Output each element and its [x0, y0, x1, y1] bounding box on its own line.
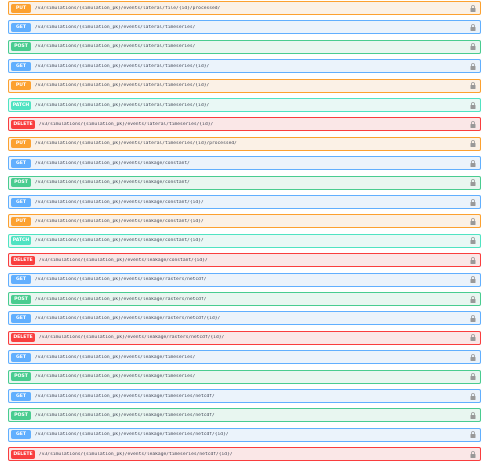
endpoint-path: /v3/simulations/{simulation_pk}/events/l…: [39, 451, 233, 457]
operation-get-row[interactable]: GET/v3/simulations/{simulation_pk}/event…: [8, 427, 481, 442]
endpoint-path: /v3/simulations/{simulation_pk}/events/l…: [35, 102, 210, 108]
operation-get-row[interactable]: GET/v3/simulations/{simulation_pk}/event…: [8, 272, 481, 287]
operation-patch-row[interactable]: PATCH/v3/simulations/{simulation_pk}/eve…: [8, 98, 481, 112]
method-badge: PATCH: [11, 236, 31, 246]
method-badge: DELETE: [11, 333, 35, 343]
method-badge: POST: [11, 372, 31, 382]
endpoint-path: /v3/simulations/{simulation_pk}/events/l…: [35, 277, 207, 283]
lock-icon[interactable]: [468, 158, 478, 168]
operation-get-row[interactable]: GET/v3/simulations/{simulation_pk}/event…: [8, 311, 481, 326]
method-badge: DELETE: [11, 255, 35, 265]
lock-icon[interactable]: [468, 294, 478, 304]
method-badge: PUT: [11, 3, 31, 13]
endpoint-path: /v3/simulations/{simulation_pk}/events/l…: [35, 238, 204, 244]
operation-delete-row[interactable]: DELETE/v3/simulations/{simulation_pk}/ev…: [8, 447, 481, 462]
operation-post-row[interactable]: POST/v3/simulations/{simulation_pk}/even…: [8, 175, 481, 190]
operation-post-row[interactable]: POST/v3/simulations/{simulation_pk}/even…: [8, 292, 481, 306]
method-badge: POST: [11, 294, 31, 304]
method-badge: PUT: [11, 216, 31, 226]
method-badge: GET: [11, 352, 31, 362]
operation-delete-row[interactable]: DELETE/v3/simulations/{simulation_pk}/ev…: [8, 253, 481, 268]
operation-put-row[interactable]: PUT/v3/simulations/{simulation_pk}/event…: [8, 136, 481, 151]
lock-icon[interactable]: [468, 449, 478, 459]
lock-icon[interactable]: [468, 3, 478, 13]
operation-delete-row[interactable]: DELETE/v3/simulations/{simulation_pk}/ev…: [8, 117, 481, 132]
method-badge: PUT: [11, 139, 31, 149]
lock-icon[interactable]: [468, 275, 478, 285]
endpoint-path: /v3/simulations/{simulation_pk}/events/l…: [35, 393, 215, 399]
method-badge: POST: [11, 42, 31, 52]
lock-icon[interactable]: [468, 255, 478, 265]
lock-icon[interactable]: [468, 42, 478, 52]
lock-icon[interactable]: [468, 22, 478, 32]
endpoint-path: /v3/simulations/{simulation_pk}/events/l…: [35, 412, 215, 418]
lock-icon[interactable]: [468, 100, 478, 110]
lock-icon[interactable]: [468, 236, 478, 246]
endpoint-path: /v3/simulations/{simulation_pk}/events/l…: [35, 315, 221, 321]
operation-put-row[interactable]: PUT/v3/simulations/{simulation_pk}/event…: [8, 214, 481, 229]
operation-get-row[interactable]: GET/v3/simulations/{simulation_pk}/event…: [8, 195, 481, 209]
endpoint-path: /v3/simulations/{simulation_pk}/events/l…: [39, 257, 208, 263]
lock-icon[interactable]: [468, 352, 478, 362]
lock-icon[interactable]: [468, 61, 478, 71]
endpoint-path: /v3/simulations/{simulation_pk}/events/l…: [35, 374, 196, 380]
operation-delete-row[interactable]: DELETE/v3/simulations/{simulation_pk}/ev…: [8, 330, 481, 345]
method-badge: GET: [11, 158, 31, 168]
endpoint-path: /v3/simulations/{simulation_pk}/events/l…: [35, 5, 221, 11]
lock-icon[interactable]: [468, 119, 478, 129]
endpoint-path: /v3/simulations/{simulation_pk}/events/l…: [35, 199, 204, 205]
lock-icon[interactable]: [468, 216, 478, 226]
operation-post-row[interactable]: POST/v3/simulations/{simulation_pk}/even…: [8, 39, 481, 54]
lock-icon[interactable]: [468, 313, 478, 323]
operation-post-row[interactable]: POST/v3/simulations/{simulation_pk}/even…: [8, 369, 481, 384]
lock-icon[interactable]: [468, 333, 478, 343]
operation-get-row[interactable]: GET/v3/simulations/{simulation_pk}/event…: [8, 156, 481, 171]
method-badge: DELETE: [11, 119, 35, 129]
operation-post-row[interactable]: POST/v3/simulations/{simulation_pk}/even…: [8, 408, 481, 423]
endpoint-path: /v3/simulations/{simulation_pk}/events/l…: [35, 296, 207, 302]
lock-icon[interactable]: [468, 178, 478, 188]
operation-put-row[interactable]: PUT/v3/simulations/{simulation_pk}/event…: [8, 1, 481, 15]
lock-icon[interactable]: [468, 372, 478, 382]
endpoint-path: /v3/simulations/{simulation_pk}/events/l…: [35, 180, 190, 186]
method-badge: GET: [11, 197, 31, 207]
lock-icon[interactable]: [468, 410, 478, 420]
method-badge: GET: [11, 275, 31, 285]
method-badge: GET: [11, 391, 31, 401]
method-badge: GET: [11, 430, 31, 440]
lock-icon[interactable]: [468, 197, 478, 207]
endpoint-path: /v3/simulations/{simulation_pk}/events/l…: [35, 218, 204, 224]
method-badge: GET: [11, 22, 31, 32]
lock-icon[interactable]: [468, 139, 478, 149]
method-badge: PUT: [11, 81, 31, 91]
endpoint-path: /v3/simulations/{simulation_pk}/events/l…: [35, 24, 196, 30]
endpoint-path: /v3/simulations/{simulation_pk}/events/l…: [35, 432, 229, 438]
endpoint-path: /v3/simulations/{simulation_pk}/events/l…: [39, 121, 214, 127]
endpoint-path: /v3/simulations/{simulation_pk}/events/l…: [35, 160, 190, 166]
operation-get-row[interactable]: GET/v3/simulations/{simulation_pk}/event…: [8, 389, 481, 403]
operation-get-row[interactable]: GET/v3/simulations/{simulation_pk}/event…: [8, 350, 481, 365]
endpoint-path: /v3/simulations/{simulation_pk}/events/l…: [35, 44, 196, 50]
lock-icon[interactable]: [468, 81, 478, 91]
operation-get-row[interactable]: GET/v3/simulations/{simulation_pk}/event…: [8, 20, 481, 35]
lock-icon[interactable]: [468, 430, 478, 440]
operation-get-row[interactable]: GET/v3/simulations/{simulation_pk}/event…: [8, 59, 481, 74]
endpoint-path: /v3/simulations/{simulation_pk}/events/l…: [35, 141, 237, 147]
method-badge: DELETE: [11, 449, 35, 459]
endpoint-path: /v3/simulations/{simulation_pk}/events/l…: [35, 83, 210, 89]
method-badge: PATCH: [11, 100, 31, 110]
method-badge: POST: [11, 178, 31, 188]
endpoint-path: /v3/simulations/{simulation_pk}/events/l…: [35, 354, 196, 360]
method-badge: GET: [11, 313, 31, 323]
operation-patch-row[interactable]: PATCH/v3/simulations/{simulation_pk}/eve…: [8, 233, 481, 248]
endpoint-path: /v3/simulations/{simulation_pk}/events/l…: [39, 335, 225, 341]
endpoint-path: /v3/simulations/{simulation_pk}/events/l…: [35, 63, 210, 69]
lock-icon[interactable]: [468, 391, 478, 401]
method-badge: POST: [11, 410, 31, 420]
method-badge: GET: [11, 61, 31, 71]
operation-put-row[interactable]: PUT/v3/simulations/{simulation_pk}/event…: [8, 78, 481, 93]
